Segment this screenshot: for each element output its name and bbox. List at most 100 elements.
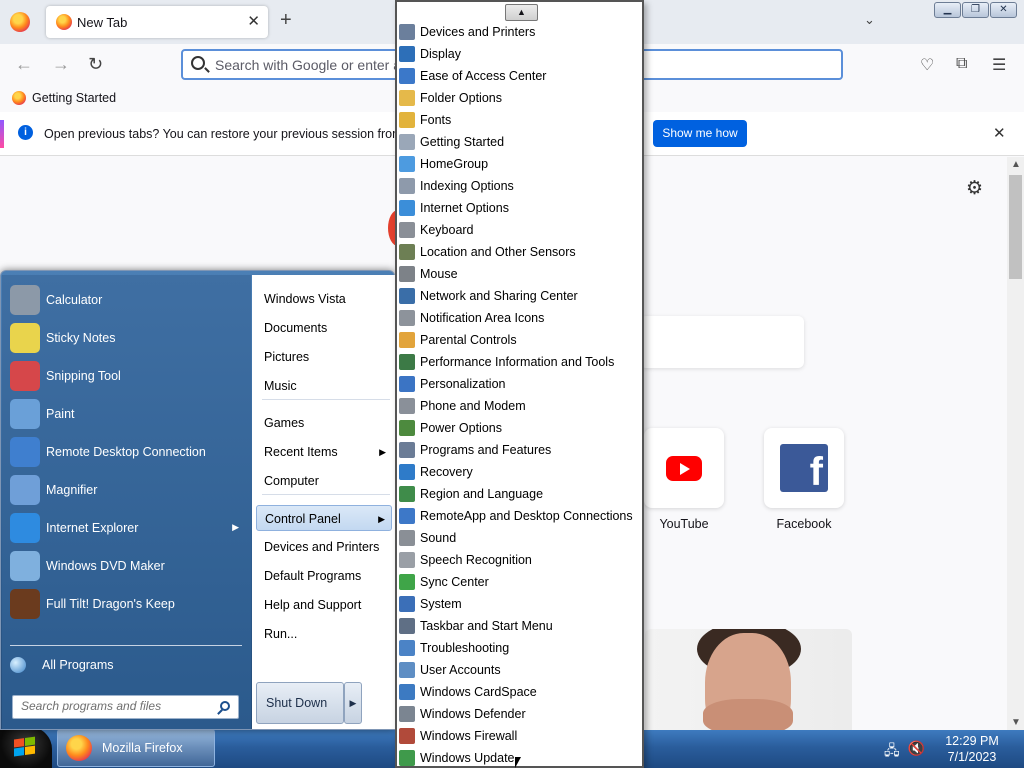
pinned-program[interactable]: Sticky Notes bbox=[2, 319, 251, 357]
new-tab-plus-icon[interactable]: + bbox=[280, 9, 292, 32]
control-panel-item[interactable]: Windows Firewall bbox=[399, 725, 640, 747]
pinned-program[interactable]: Full Tilt! Dragon's Keep bbox=[2, 585, 251, 623]
control-panel-item-icon bbox=[399, 90, 415, 106]
start-place-label: Music bbox=[264, 379, 297, 393]
start-place-item[interactable]: Windows Vista bbox=[256, 286, 392, 312]
show-me-how-button[interactable]: Show me how bbox=[653, 120, 747, 147]
start-place-item[interactable]: Devices and Printers bbox=[256, 534, 392, 560]
flyout-scroll-up-arrow-icon[interactable]: ▲ bbox=[505, 4, 538, 21]
firefox-menu-icon[interactable] bbox=[10, 12, 30, 32]
shortcut-youtube[interactable]: YouTube bbox=[644, 428, 724, 531]
start-place-item[interactable]: Default Programs bbox=[256, 563, 392, 589]
pocket-icon[interactable]: ♡ bbox=[920, 55, 934, 75]
control-panel-item[interactable]: Display bbox=[399, 43, 640, 65]
control-panel-item-label: Windows Firewall bbox=[420, 729, 518, 743]
close-tab-icon[interactable]: ✕ bbox=[247, 12, 260, 30]
start-place-item[interactable]: Documents bbox=[256, 315, 392, 341]
start-place-item[interactable]: Games bbox=[256, 410, 392, 436]
taskbar-clock[interactable]: 12:29 PM 7/1/2023 bbox=[930, 733, 1014, 765]
start-place-item[interactable]: Help and Support bbox=[256, 592, 392, 618]
control-panel-item[interactable]: Region and Language bbox=[399, 483, 640, 505]
restore-window-button[interactable]: ❐ bbox=[962, 2, 989, 18]
control-panel-item[interactable]: Recovery bbox=[399, 461, 640, 483]
control-panel-item[interactable]: Parental Controls bbox=[399, 329, 640, 351]
volume-muted-icon[interactable]: 🔇 bbox=[908, 740, 925, 764]
extensions-puzzle-icon[interactable]: ⧉ bbox=[956, 55, 967, 73]
control-panel-item[interactable]: Personalization bbox=[399, 373, 640, 395]
start-place-item[interactable]: Recent Items ▶ bbox=[256, 439, 392, 465]
start-place-item[interactable]: Music bbox=[256, 373, 392, 399]
control-panel-item[interactable]: Internet Options bbox=[399, 197, 640, 219]
pinned-program[interactable]: Magnifier bbox=[2, 471, 251, 509]
control-panel-item[interactable]: Speech Recognition bbox=[399, 549, 640, 571]
minimize-window-button[interactable]: ▁ bbox=[934, 2, 961, 18]
control-panel-item[interactable]: Sync Center bbox=[399, 571, 640, 593]
control-panel-item-label: Sync Center bbox=[420, 575, 489, 589]
control-panel-item[interactable]: Mouse bbox=[399, 263, 640, 285]
reload-icon[interactable]: ↻ bbox=[88, 54, 103, 75]
app-menu-hamburger-icon[interactable]: ☰ bbox=[992, 55, 1006, 75]
start-search-input[interactable] bbox=[21, 699, 211, 713]
control-panel-item[interactable]: Phone and Modem bbox=[399, 395, 640, 417]
control-panel-item[interactable]: Windows CardSpace bbox=[399, 681, 640, 703]
taskbar-firefox-button[interactable]: Mozilla Firefox bbox=[57, 729, 215, 767]
control-panel-item[interactable]: Location and Other Sensors bbox=[399, 241, 640, 263]
start-place-item[interactable]: Pictures bbox=[256, 344, 392, 370]
pinned-program[interactable]: Windows DVD Maker bbox=[2, 547, 251, 585]
all-programs-button[interactable]: All Programs bbox=[10, 657, 114, 673]
pinned-program[interactable]: Paint bbox=[2, 395, 251, 433]
pinned-program[interactable]: Internet Explorer ▶ bbox=[2, 509, 251, 547]
control-panel-item[interactable]: User Accounts bbox=[399, 659, 640, 681]
shut-down-options-arrow-icon[interactable]: ▶ bbox=[344, 682, 362, 724]
control-panel-item[interactable]: Performance Information and Tools bbox=[399, 351, 640, 373]
start-place-label: Windows Vista bbox=[264, 292, 346, 306]
scroll-up-arrow-icon[interactable]: ▲ bbox=[1011, 159, 1021, 170]
tab-new-tab[interactable]: New Tab ✕ bbox=[46, 6, 268, 38]
control-panel-item-label: User Accounts bbox=[420, 663, 501, 677]
settings-gear-icon[interactable]: ⚙ bbox=[966, 177, 983, 200]
start-place-item[interactable]: Computer bbox=[256, 468, 392, 494]
control-panel-item[interactable]: Troubleshooting bbox=[399, 637, 640, 659]
start-place-item[interactable]: Control Panel ▶ bbox=[256, 505, 392, 531]
control-panel-item[interactable]: Sound bbox=[399, 527, 640, 549]
pocket-story-card[interactable] bbox=[645, 629, 852, 730]
scrollbar-thumb[interactable] bbox=[1009, 175, 1022, 279]
start-button[interactable] bbox=[0, 727, 52, 768]
pinned-program[interactable]: Calculator bbox=[2, 281, 251, 319]
back-arrow-icon[interactable]: ← bbox=[15, 54, 33, 75]
control-panel-item[interactable]: Programs and Features bbox=[399, 439, 640, 461]
bookmark-getting-started[interactable]: Getting Started bbox=[12, 91, 116, 105]
pinned-program[interactable]: Snipping Tool bbox=[2, 357, 251, 395]
control-panel-item[interactable]: Taskbar and Start Menu bbox=[399, 615, 640, 637]
control-panel-item[interactable]: RemoteApp and Desktop Connections bbox=[399, 505, 640, 527]
control-panel-item[interactable]: Notification Area Icons bbox=[399, 307, 640, 329]
scroll-down-arrow-icon[interactable]: ▼ bbox=[1011, 717, 1021, 728]
list-all-tabs-chevron-icon[interactable]: ⌄ bbox=[864, 12, 875, 28]
search-card-partial[interactable] bbox=[640, 316, 804, 368]
pinned-program[interactable]: Remote Desktop Connection bbox=[2, 433, 251, 471]
start-place-item[interactable]: Run... bbox=[256, 621, 392, 647]
control-panel-item[interactable]: Network and Sharing Center bbox=[399, 285, 640, 307]
page-scrollbar[interactable]: ▲ ▼ bbox=[1007, 157, 1024, 730]
control-panel-item[interactable]: Devices and Printers bbox=[399, 21, 640, 43]
control-panel-item-label: Internet Options bbox=[420, 201, 509, 215]
forward-arrow-icon[interactable]: → bbox=[52, 54, 70, 75]
control-panel-item[interactable]: System bbox=[399, 593, 640, 615]
control-panel-item-label: Display bbox=[420, 47, 461, 61]
search-magnifier-icon[interactable] bbox=[220, 701, 230, 711]
network-icon[interactable]: 🖧 bbox=[884, 740, 900, 764]
control-panel-item[interactable]: Windows Defender bbox=[399, 703, 640, 725]
control-panel-item[interactable]: Indexing Options bbox=[399, 175, 640, 197]
shut-down-button[interactable]: Shut Down bbox=[256, 682, 344, 724]
shortcut-facebook[interactable]: f Facebook bbox=[764, 428, 844, 531]
start-search-box[interactable] bbox=[12, 695, 239, 719]
close-window-button[interactable]: ✕ bbox=[990, 2, 1017, 18]
control-panel-item[interactable]: Getting Started bbox=[399, 131, 640, 153]
control-panel-item[interactable]: HomeGroup bbox=[399, 153, 640, 175]
control-panel-item[interactable]: Power Options bbox=[399, 417, 640, 439]
control-panel-item[interactable]: Ease of Access Center bbox=[399, 65, 640, 87]
close-notification-icon[interactable]: ✕ bbox=[993, 124, 1006, 142]
control-panel-item[interactable]: Folder Options bbox=[399, 87, 640, 109]
control-panel-item[interactable]: Fonts bbox=[399, 109, 640, 131]
control-panel-item[interactable]: Keyboard bbox=[399, 219, 640, 241]
